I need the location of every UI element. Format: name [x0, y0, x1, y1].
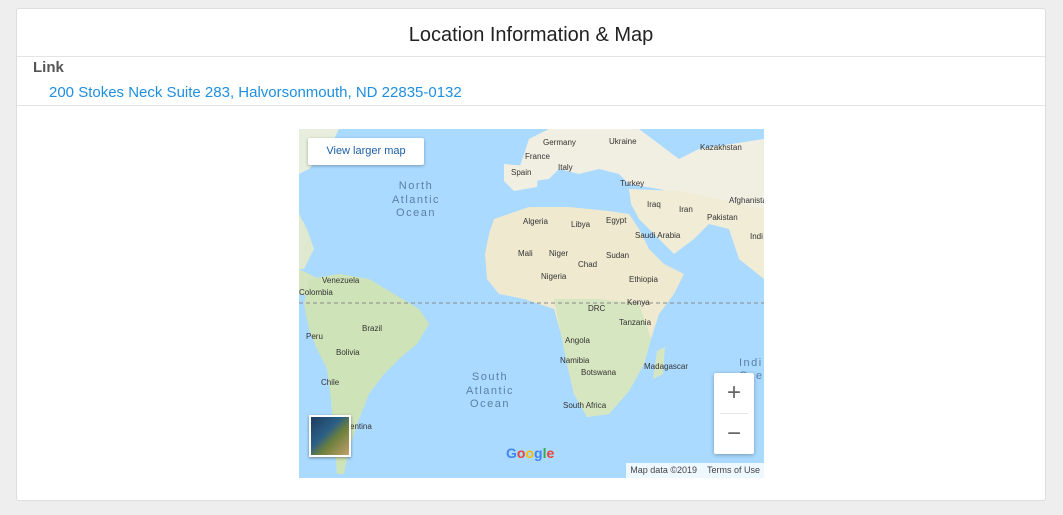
country-label: entina	[350, 422, 372, 431]
country-label: Colombia	[299, 288, 333, 297]
country-label: Pakistan	[707, 213, 738, 222]
country-label: Venezuela	[322, 276, 360, 285]
country-label: Peru	[306, 332, 323, 341]
google-logo-letter: G	[506, 445, 517, 461]
country-label: Afghanistan	[729, 196, 764, 205]
link-label: Link	[33, 59, 64, 76]
ocean-label: Atlantic	[466, 385, 514, 397]
country-label: Kenya	[627, 298, 650, 307]
country-label: Libya	[571, 220, 591, 229]
google-logo: Google	[506, 445, 554, 461]
map-canvas[interactable]: North Atlantic Ocean South Atlantic Ocea…	[299, 129, 764, 478]
google-logo-letter: o	[525, 445, 535, 461]
embedded-map[interactable]: North Atlantic Ocean South Atlantic Ocea…	[299, 129, 764, 478]
ocean-label: North	[399, 180, 433, 192]
country-label: Bolivia	[336, 348, 360, 357]
country-label: Indi	[750, 232, 763, 241]
country-label: Iran	[679, 205, 693, 214]
divider	[17, 105, 1045, 106]
country-label: Namibia	[560, 356, 590, 365]
country-label: Kazakhstan	[700, 143, 742, 152]
country-label: Sudan	[606, 251, 629, 260]
country-label: Iraq	[647, 200, 661, 209]
country-label: Madagascar	[644, 362, 688, 371]
country-label: Egypt	[606, 216, 627, 225]
ocean-label: Ocean	[396, 207, 436, 219]
google-logo-letter: e	[546, 445, 555, 461]
zoom-out-button[interactable]: −	[714, 414, 754, 454]
country-label: Nigeria	[541, 272, 567, 281]
ocean-label: Atlantic	[392, 194, 440, 206]
card-title: Location Information & Map	[17, 9, 1045, 57]
country-label: South Africa	[563, 401, 607, 410]
country-label: Ukraine	[609, 137, 637, 146]
country-label: Botswana	[581, 368, 617, 377]
country-label: Italy	[558, 163, 573, 172]
view-larger-map-button[interactable]: View larger map	[308, 138, 424, 165]
country-label: Turkey	[620, 179, 644, 188]
zoom-in-button[interactable]: +	[714, 373, 754, 413]
zoom-controls: + −	[714, 373, 754, 454]
map-data-text: Map data ©2019	[630, 465, 697, 475]
ocean-label: South	[472, 371, 508, 383]
country-label: Algeria	[523, 217, 548, 226]
country-label: Brazil	[362, 324, 382, 333]
address-link[interactable]: 200 Stokes Neck Suite 283, Halvorsonmout…	[49, 84, 462, 101]
country-label: Angola	[565, 336, 590, 345]
country-label: Mali	[518, 249, 533, 258]
location-card: Location Information & Map Link 200 Stok…	[16, 8, 1046, 501]
country-label: Tanzania	[619, 318, 652, 327]
country-label: Germany	[543, 138, 576, 147]
satellite-toggle-button[interactable]	[309, 415, 351, 457]
country-label: Spain	[511, 168, 531, 177]
country-label: Niger	[549, 249, 568, 258]
map-attribution: Map data ©2019 Terms of Use	[626, 463, 764, 478]
terms-of-use-link[interactable]: Terms of Use	[707, 463, 760, 478]
ocean-label: Ocean	[470, 398, 510, 410]
country-label: France	[525, 152, 550, 161]
country-label: Saudi Arabia	[635, 231, 681, 240]
google-logo-letter: g	[534, 445, 543, 461]
country-label: Ethiopia	[629, 275, 658, 284]
country-label: Chile	[321, 378, 340, 387]
country-label: DRC	[588, 304, 606, 313]
ocean-label: Indi	[739, 357, 763, 369]
country-label: Chad	[578, 260, 597, 269]
